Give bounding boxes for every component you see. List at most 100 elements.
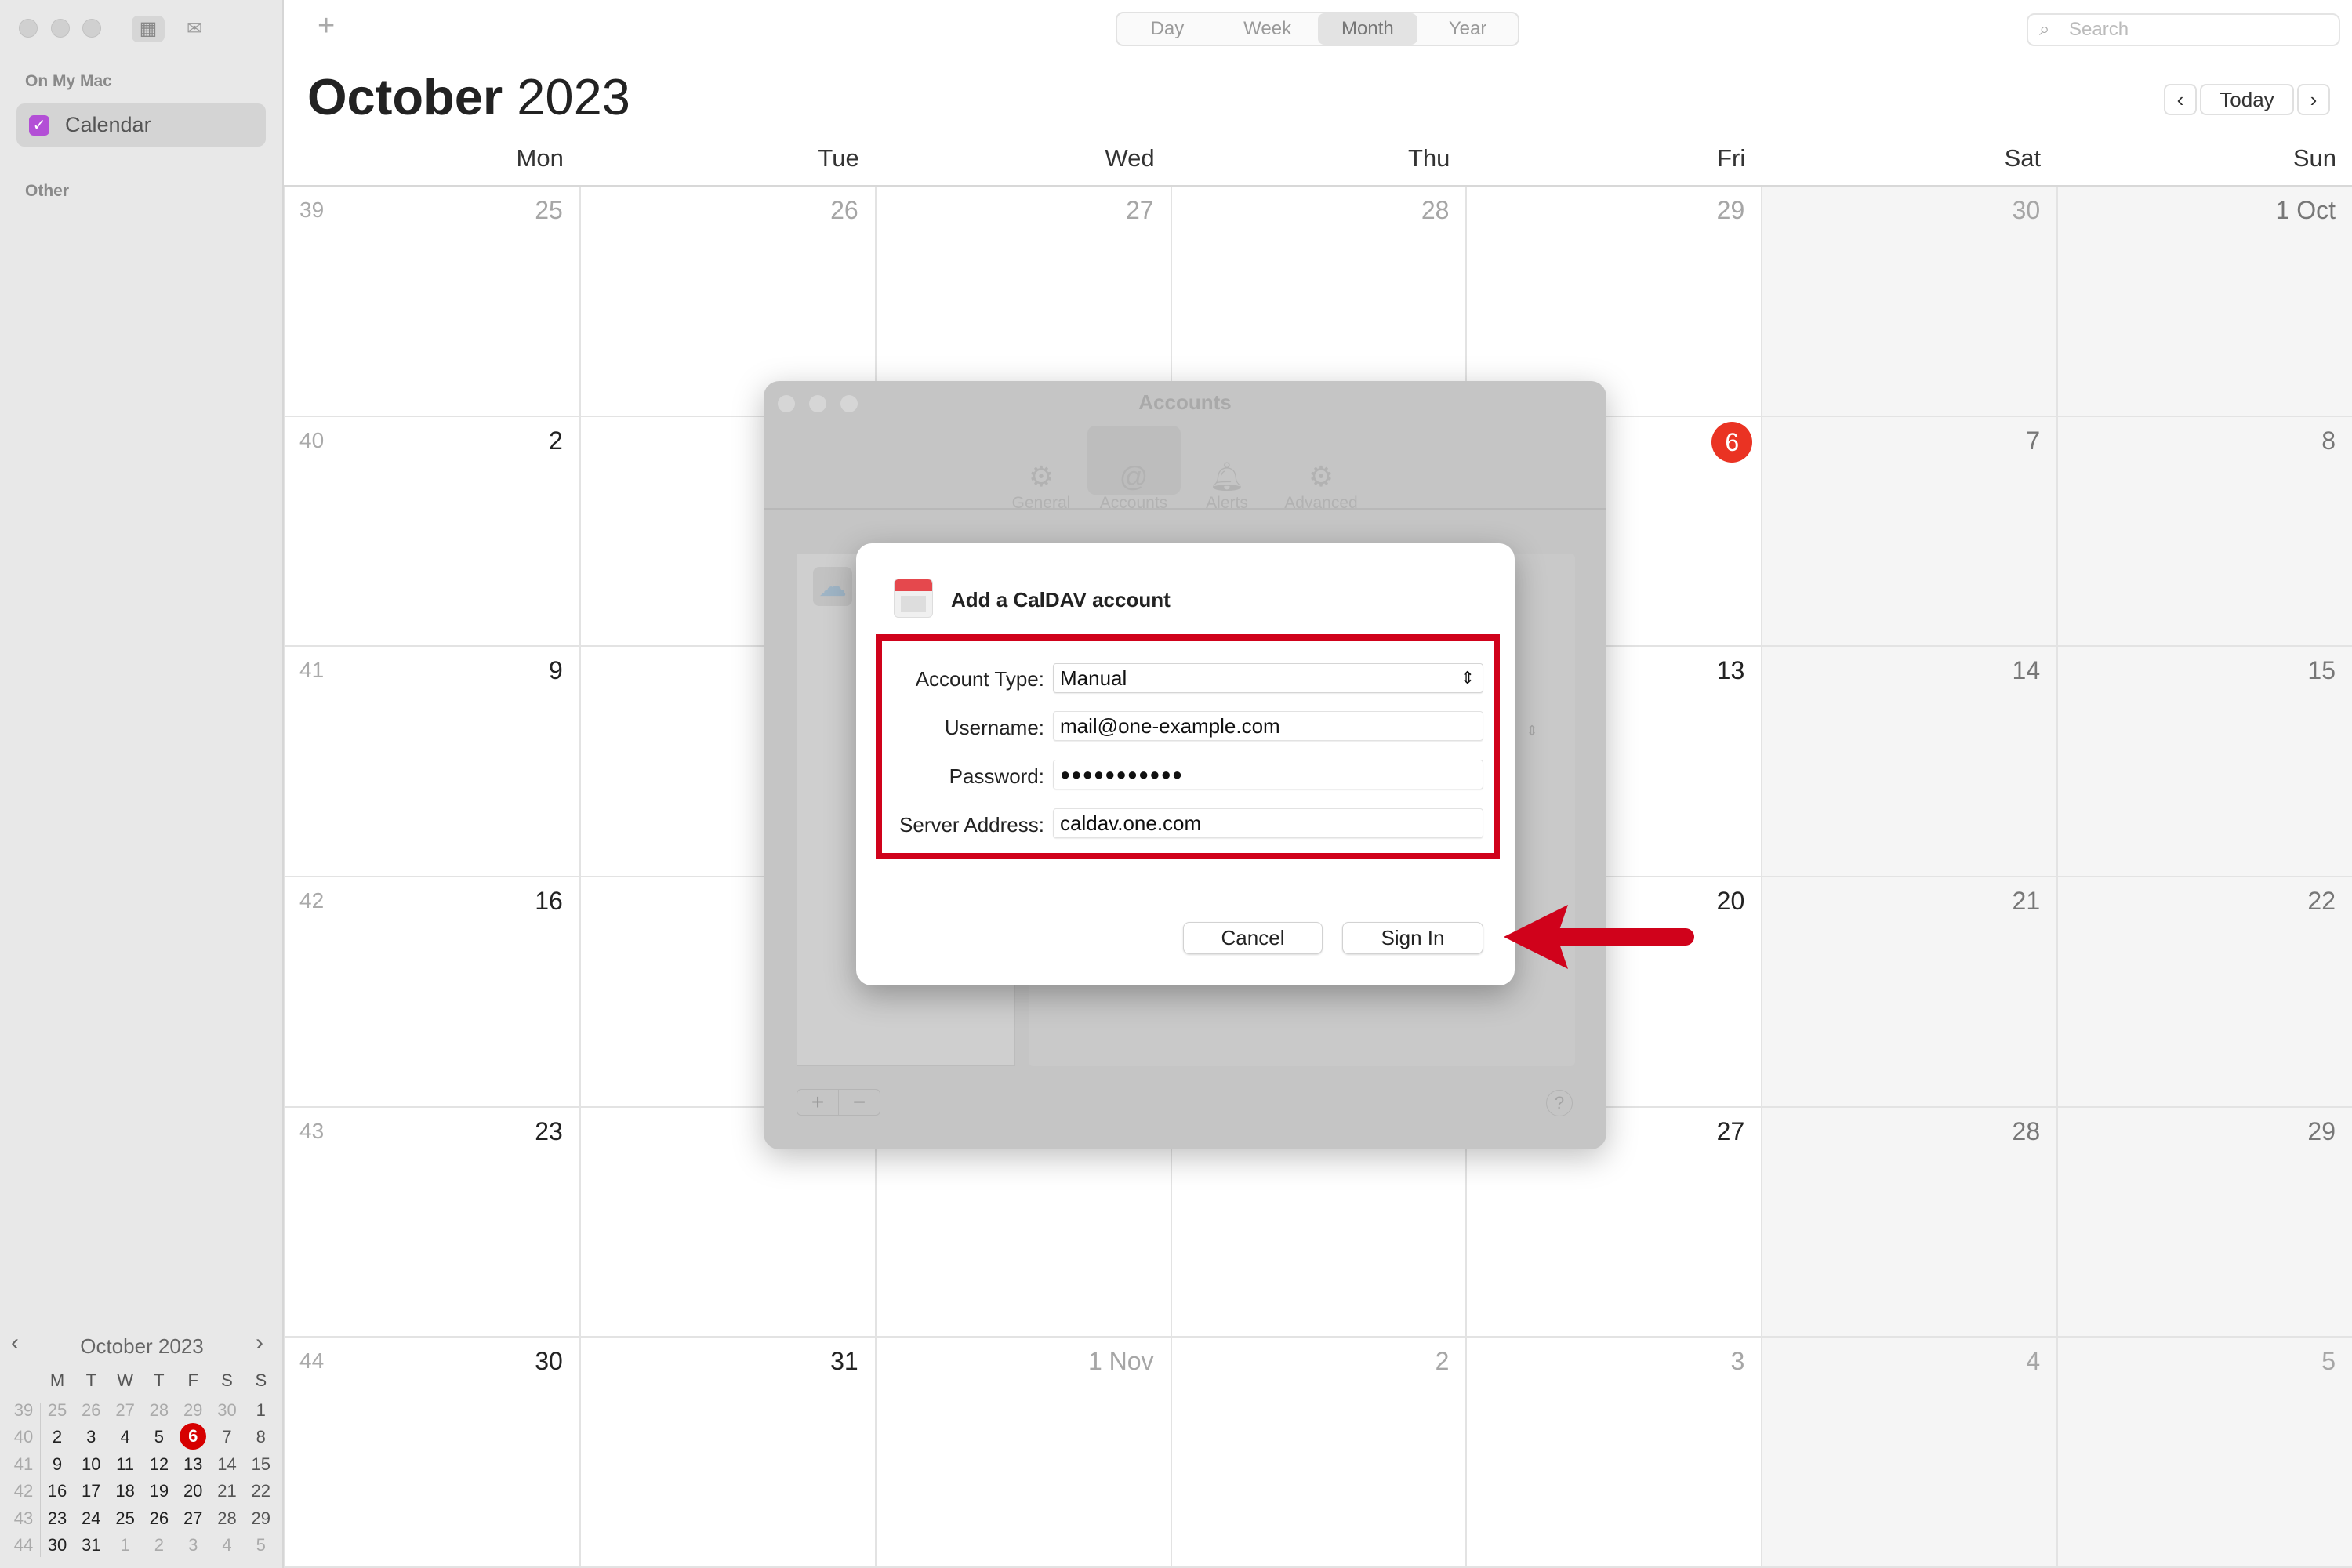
mini-day[interactable]: 6	[180, 1423, 207, 1450]
tab-accounts[interactable]: @ Accounts	[1087, 459, 1181, 513]
view-tab-week[interactable]: Week	[1218, 13, 1318, 45]
username-input[interactable]: mail@one-example.com	[1053, 711, 1483, 741]
mini-day[interactable]: 2	[42, 1427, 73, 1447]
zoom-window-button[interactable]	[82, 19, 101, 38]
server-address-input[interactable]: caldav.one.com	[1053, 808, 1483, 838]
day-cell[interactable]: 41 9	[284, 647, 580, 877]
mini-day[interactable]: 3	[75, 1427, 107, 1447]
mini-day[interactable]: 5	[143, 1427, 175, 1447]
mini-day[interactable]: 13	[177, 1454, 209, 1475]
view-tab-year[interactable]: Year	[1417, 13, 1518, 45]
mini-day[interactable]: 27	[110, 1400, 141, 1421]
day-cell[interactable]: 40 2	[284, 416, 580, 648]
mini-day[interactable]: 14	[212, 1454, 243, 1475]
password-input[interactable]: ●●●●●●●●●●●	[1053, 760, 1483, 789]
close-window-button[interactable]	[19, 19, 38, 38]
add-event-button[interactable]: +	[318, 9, 335, 43]
mini-day[interactable]: 4	[212, 1535, 243, 1555]
mini-day[interactable]: 25	[42, 1400, 73, 1421]
mini-day[interactable]: 18	[110, 1481, 141, 1501]
mini-day[interactable]: 5	[245, 1535, 277, 1555]
minimize-window-button[interactable]	[51, 19, 70, 38]
day-cell[interactable]: 30	[1761, 187, 2058, 417]
mini-day[interactable]: 28	[212, 1508, 243, 1529]
mini-day[interactable]: 11	[110, 1454, 141, 1475]
cancel-button[interactable]: Cancel	[1183, 922, 1323, 954]
previous-month-button[interactable]: ‹	[2164, 84, 2197, 115]
day-cell[interactable]: 21	[1761, 877, 2058, 1108]
account-type-select[interactable]: Manual ⇕	[1053, 663, 1483, 693]
mini-day[interactable]: 12	[143, 1454, 175, 1475]
mini-day[interactable]: 16	[42, 1481, 73, 1501]
view-tab-month[interactable]: Month	[1317, 13, 1418, 45]
tab-advanced[interactable]: ⚙ Advanced	[1274, 459, 1368, 513]
mini-day[interactable]: 30	[212, 1400, 243, 1421]
mini-next-month-button[interactable]: ›	[256, 1330, 263, 1356]
day-cell[interactable]: 39 25	[284, 187, 580, 417]
mini-day[interactable]: 30	[42, 1535, 73, 1555]
mini-day[interactable]: 26	[143, 1508, 175, 1529]
mini-day[interactable]: 1	[245, 1400, 277, 1421]
day-cell[interactable]: 8	[2056, 416, 2352, 648]
mini-week-number: 44	[13, 1535, 34, 1555]
sign-in-button[interactable]: Sign In	[1342, 922, 1483, 954]
add-remove-controls: + −	[797, 1089, 880, 1116]
mini-day[interactable]: 21	[212, 1481, 243, 1501]
mini-day[interactable]: 28	[143, 1400, 175, 1421]
day-cell[interactable]: 31	[579, 1338, 876, 1568]
calendar-list-icon[interactable]: ▦	[132, 16, 165, 42]
mini-day[interactable]: 22	[245, 1481, 277, 1501]
mini-day[interactable]: 15	[245, 1454, 277, 1475]
day-cell[interactable]: 1 Oct	[2056, 187, 2352, 417]
view-tab-day[interactable]: Day	[1117, 13, 1218, 45]
today-button[interactable]: Today	[2200, 84, 2294, 115]
mini-day[interactable]: 4	[110, 1427, 141, 1447]
mini-day[interactable]: 1	[110, 1535, 141, 1555]
sidebar-item-calendar[interactable]: ✓ Calendar	[16, 103, 266, 147]
mini-day[interactable]: 27	[177, 1508, 209, 1529]
mini-day[interactable]: 9	[42, 1454, 73, 1475]
mini-day[interactable]: 29	[177, 1400, 209, 1421]
day-cell[interactable]: 3	[1465, 1338, 1762, 1568]
remove-account-button[interactable]: −	[839, 1090, 880, 1115]
day-cell[interactable]: 1 Nov	[874, 1338, 1171, 1568]
search-placeholder: Search	[2069, 19, 2129, 40]
day-cell[interactable]: 15	[2056, 647, 2352, 877]
tab-general[interactable]: ⚙ General	[994, 459, 1088, 513]
day-cell[interactable]: 44 30	[284, 1338, 580, 1568]
mini-day[interactable]: 29	[245, 1508, 277, 1529]
mini-day[interactable]: 7	[212, 1427, 243, 1447]
day-cell[interactable]: 28	[1761, 1107, 2058, 1338]
mini-day[interactable]: 10	[75, 1454, 107, 1475]
tab-alerts[interactable]: 🔔︎ Alerts	[1180, 459, 1274, 513]
day-number: 8	[2321, 426, 2336, 455]
day-cell[interactable]: 7	[1761, 416, 2058, 648]
day-cell[interactable]: 22	[2056, 877, 2352, 1108]
mini-day[interactable]: 2	[143, 1535, 175, 1555]
stepper-icon[interactable]: ⇕	[1521, 723, 1543, 745]
next-month-button[interactable]: ›	[2297, 84, 2330, 115]
day-cell[interactable]: 29	[2056, 1107, 2352, 1338]
day-cell[interactable]: 43 23	[284, 1107, 580, 1338]
mini-day[interactable]: 17	[75, 1481, 107, 1501]
day-cell[interactable]: 4	[1761, 1338, 2058, 1568]
inbox-icon[interactable]: ✉	[180, 16, 209, 42]
help-button[interactable]: ?	[1546, 1090, 1573, 1116]
search-input[interactable]: ⌕ Search	[2027, 13, 2340, 46]
mini-day[interactable]: 8	[245, 1427, 277, 1447]
add-account-button[interactable]: +	[797, 1090, 839, 1115]
icloud-icon[interactable]: ☁	[813, 567, 852, 606]
day-cell[interactable]: 42 16	[284, 877, 580, 1108]
mini-day[interactable]: 23	[42, 1508, 73, 1529]
checkbox-checked-icon[interactable]: ✓	[29, 115, 49, 136]
mini-day[interactable]: 3	[177, 1535, 209, 1555]
day-cell[interactable]: 5	[2056, 1338, 2352, 1568]
mini-day[interactable]: 19	[143, 1481, 175, 1501]
day-cell[interactable]: 2	[1170, 1338, 1467, 1568]
mini-day[interactable]: 24	[75, 1508, 107, 1529]
mini-day[interactable]: 26	[75, 1400, 107, 1421]
mini-day[interactable]: 31	[75, 1535, 107, 1555]
day-cell[interactable]: 14	[1761, 647, 2058, 877]
mini-day[interactable]: 20	[177, 1481, 209, 1501]
mini-day[interactable]: 25	[110, 1508, 141, 1529]
